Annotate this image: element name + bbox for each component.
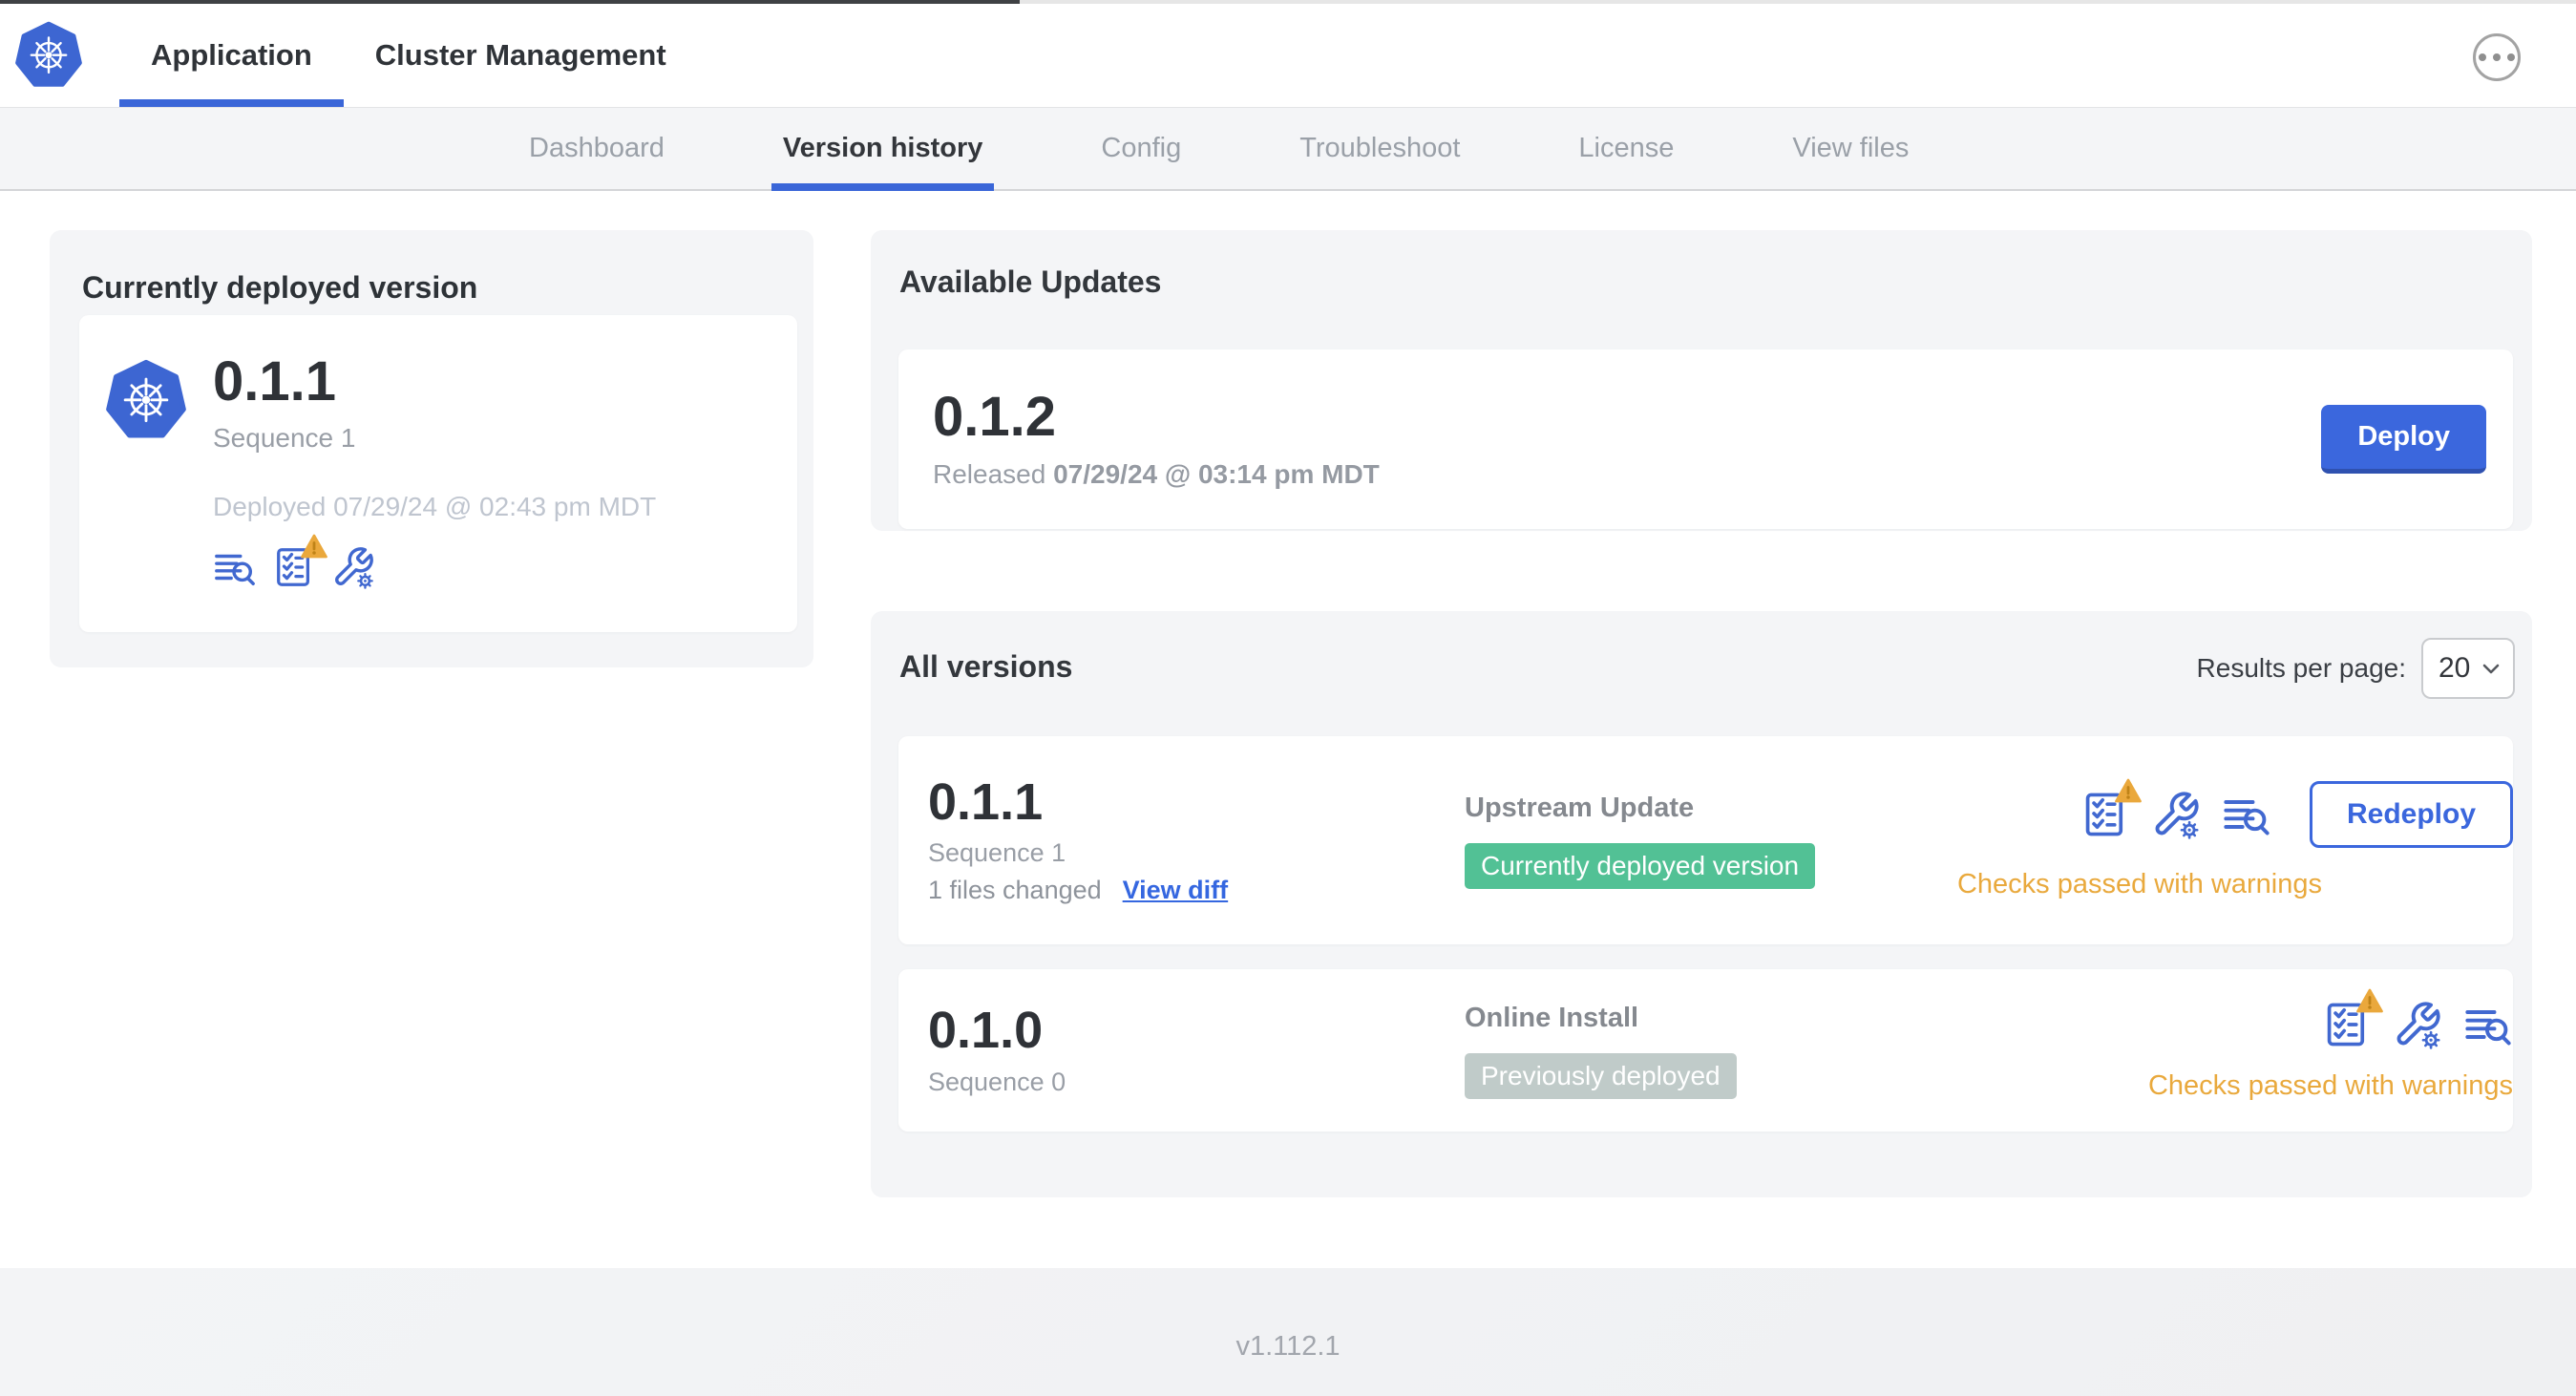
files-changed-label: 1 files changed [928, 876, 1102, 905]
wrench-gear-icon[interactable] [2151, 790, 2201, 839]
version-row: 0.1.1 Sequence 1 1 files changed View di… [898, 736, 2513, 944]
tab-application[interactable]: Application [119, 4, 344, 107]
results-per-page: Results per page: 20 [2197, 638, 2515, 699]
deploy-button[interactable]: Deploy [2321, 405, 2486, 474]
app-header: Application Cluster Management [0, 4, 2576, 107]
preflight-status-text: Checks passed with warnings [2147, 1069, 2513, 1101]
version-row: 0.1.0 Sequence 0 Online Install Previous… [898, 969, 2513, 1132]
ellipsis-menu-icon[interactable] [2473, 33, 2521, 81]
available-updates-title: Available Updates [899, 264, 1162, 299]
kubernetes-app-icon [106, 359, 186, 439]
checklist-warning-icon[interactable] [2080, 778, 2142, 839]
all-versions-title: All versions [899, 649, 1073, 684]
app-footer: v1.112.1 [0, 1268, 2576, 1396]
header-tabs: Application Cluster Management [119, 4, 698, 107]
warning-triangle-icon [2114, 778, 2142, 802]
chevron-down-icon [2482, 664, 2500, 674]
kubernetes-logo-icon [15, 21, 82, 88]
currently-deployed-badge: Currently deployed version [1465, 842, 1816, 889]
deployed-sequence: Sequence 1 [213, 422, 356, 453]
currently-deployed-card: Currently deployed version 0.1.1 Sequenc… [50, 230, 813, 667]
warning-triangle-icon [301, 534, 327, 559]
row-sequence: Sequence 0 [928, 1067, 1066, 1096]
view-diff-link[interactable]: View diff [1123, 876, 1229, 905]
update-version-number: 0.1.2 [933, 385, 1056, 448]
results-per-page-label: Results per page: [2196, 653, 2406, 683]
subnav-view-files[interactable]: View files [1781, 108, 1920, 189]
row-version-number: 0.1.1 [928, 772, 1044, 831]
wrench-gear-icon[interactable] [2393, 1000, 2442, 1049]
currently-deployed-title: Currently deployed version [82, 270, 478, 305]
checklist-warning-icon[interactable] [272, 534, 327, 589]
row-sequence: Sequence 1 [928, 838, 1066, 868]
tab-cluster-management[interactable]: Cluster Management [344, 4, 698, 107]
deployed-version-number: 0.1.1 [213, 350, 336, 412]
subnav-dashboard[interactable]: Dashboard [517, 108, 676, 189]
update-row: 0.1.2 Released 07/29/24 @ 03:14 pm MDT D… [898, 349, 2513, 529]
subnav-version-history[interactable]: Version history [771, 108, 995, 191]
preflight-status-text: Checks passed with warnings [1956, 868, 2322, 899]
results-per-page-select[interactable]: 20 [2421, 638, 2515, 699]
warning-triangle-icon [2356, 988, 2383, 1012]
log-search-icon[interactable] [2222, 790, 2271, 839]
subnav-license[interactable]: License [1567, 108, 1685, 189]
subnav-config[interactable]: Config [1089, 108, 1193, 189]
deployed-version-actions [213, 534, 656, 589]
row-version-number: 0.1.0 [928, 1002, 1044, 1060]
app-subnav: Dashboard Version history Config Trouble… [0, 107, 2576, 191]
version-source-label: Online Install [1465, 1002, 1639, 1033]
log-search-icon[interactable] [213, 545, 257, 589]
checklist-warning-icon[interactable] [2322, 988, 2383, 1049]
subnav-troubleshoot[interactable]: Troubleshoot [1288, 108, 1471, 189]
currently-deployed-version-card: 0.1.1 Sequence 1 Deployed 07/29/24 @ 02:… [79, 315, 797, 632]
log-search-icon[interactable] [2463, 1000, 2513, 1049]
deployed-timestamp: Deployed 07/29/24 @ 02:43 pm MDT [213, 491, 657, 521]
update-released-line: Released 07/29/24 @ 03:14 pm MDT [933, 459, 1380, 490]
all-versions-card: All versions Results per page: 20 0.1.1 … [871, 611, 2532, 1197]
previously-deployed-badge: Previously deployed [1465, 1052, 1737, 1099]
redeploy-button[interactable]: Redeploy [2309, 780, 2513, 848]
console-version: v1.112.1 [1235, 1330, 1341, 1362]
available-updates-card: Available Updates 0.1.2 Released 07/29/2… [871, 230, 2532, 531]
wrench-gear-icon[interactable] [331, 545, 375, 589]
version-source-label: Upstream Update [1465, 792, 1695, 823]
